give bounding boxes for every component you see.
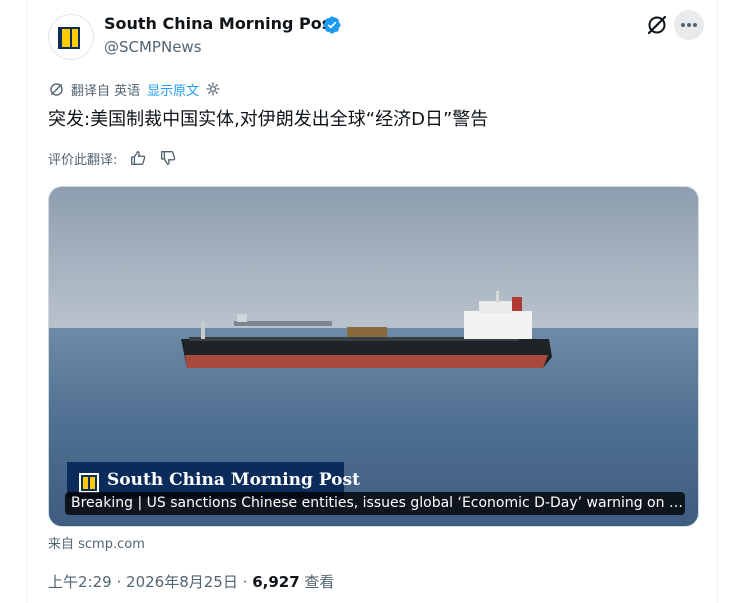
link-card-image[interactable]: South China Morning Post Breaking | US s… <box>48 186 699 527</box>
scmp-logo-bar-right <box>72 29 78 47</box>
tweet-time[interactable]: 上午2:29 <box>48 573 112 591</box>
author-name[interactable]: South China Morning Post <box>104 14 339 33</box>
author-handle[interactable]: @SCMPNews <box>104 38 202 56</box>
tweet-meta: 上午2:29 · 2026年8月25日 · 6,927 查看 <box>48 571 334 592</box>
timeline-border-left <box>27 0 28 603</box>
translated-from-label: 翻译自 英语 <box>71 83 141 99</box>
more-options-button[interactable] <box>674 10 704 40</box>
link-card-title: Breaking | US sanctions Chinese entities… <box>65 492 685 515</box>
verified-badge-icon <box>323 16 341 34</box>
tweet-text: 突发:美国制裁中国实体,对伊朗发出全球“经济D日”警告 <box>48 109 489 130</box>
scmp-logo-bar-left <box>62 29 70 47</box>
logo-bar-left <box>83 477 88 489</box>
grok-icon[interactable] <box>644 12 670 38</box>
show-original-link[interactable]: 显示原文 <box>147 80 199 99</box>
gear-icon[interactable] <box>205 81 221 97</box>
translate-icon <box>50 82 63 96</box>
thumbs-down-icon[interactable] <box>159 149 177 167</box>
scmp-logo-icon <box>79 473 99 493</box>
scmp-brand-text: South China Morning Post <box>107 470 360 490</box>
tweet-date[interactable]: 2026年8月25日 <box>126 573 238 591</box>
more-dot-icon <box>693 23 697 27</box>
translation-info: 翻译自 英语 显示原文 <box>48 79 221 99</box>
rate-translation: 评价此翻译: <box>48 148 177 168</box>
views-count: 6,927 <box>252 573 300 591</box>
more-dot-icon <box>681 23 685 27</box>
thumbs-up-icon[interactable] <box>129 149 147 167</box>
meta-separator: · <box>116 573 122 591</box>
more-dot-icon <box>687 23 691 27</box>
link-source[interactable]: 来自 scmp.com <box>48 533 145 552</box>
meta-separator: · <box>242 573 248 591</box>
rate-translation-label: 评价此翻译: <box>48 152 118 168</box>
views-label: 查看 <box>304 573 335 591</box>
timeline-border-right <box>717 0 718 603</box>
logo-bar-right <box>90 477 95 489</box>
avatar[interactable] <box>48 14 94 60</box>
